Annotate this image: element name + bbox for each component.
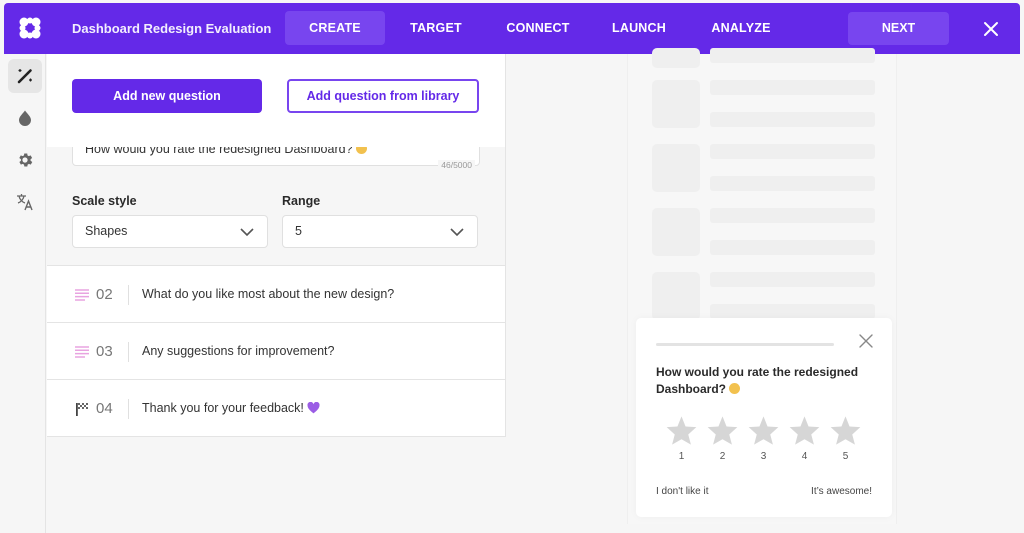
rail-item-theme[interactable] [8,101,42,135]
question-row[interactable]: 03 Any suggestions for improvement? [47,323,505,380]
survey-title: Dashboard Redesign Evaluation [72,21,272,36]
nav-tab-create[interactable]: CREATE [285,11,385,45]
translate-icon [17,194,33,211]
brand-logo-icon[interactable] [18,16,42,40]
survey-widget-preview: How would you rate the redesigned Dashbo… [636,318,892,517]
star-icon [789,416,820,445]
range-value: 5 [295,224,302,238]
rating-label: 3 [760,451,767,462]
text-lines-icon [75,289,89,301]
question-text: Any suggestions for improvement? [142,344,335,358]
checkered-flag-icon [76,403,88,416]
thinking-emoji-icon [729,383,741,394]
widget-question: How would you rate the redesigned Dashbo… [656,364,876,398]
question-number: 03 [96,342,113,360]
skeleton-line [710,112,875,127]
chevron-down-icon [450,228,464,237]
question-row[interactable]: 04 Thank you for your feedback! [47,380,505,437]
question-list: 02 What do you like most about the new d… [47,265,506,437]
skeleton-block [652,48,700,68]
question-text-content: Thank you for your feedback! [142,401,304,415]
rating-label: 1 [678,451,685,462]
rail-item-editor[interactable] [8,59,42,93]
nav-tab-target[interactable]: TARGET [396,11,476,45]
rating-option[interactable]: 4 [787,415,822,462]
star-icon [748,416,779,445]
divider [128,399,129,419]
skeleton-line [710,144,875,159]
add-question-actions: Add new question Add question from libra… [47,54,506,147]
purple-heart-icon [307,402,320,414]
char-count: 46/5000 [438,160,475,170]
skeleton-line [710,240,875,255]
nav-tab-connect[interactable]: CONNECT [494,11,582,45]
text-lines-icon [75,346,89,358]
skeleton-line [710,176,875,191]
widget-question-text: How would you rate the redesigned Dashbo… [656,365,859,396]
next-button[interactable]: NEXT [848,12,949,45]
close-icon[interactable] [859,334,873,348]
skeleton-line [710,208,875,223]
rating-label: 2 [719,451,726,462]
skeleton-line [710,80,875,95]
range-label: Range [282,194,321,208]
add-from-library-button[interactable]: Add question from library [287,79,479,113]
scale-style-select[interactable]: Shapes [72,215,268,248]
question-text: Thank you for your feedback! [142,401,320,415]
rating-option[interactable]: 1 [664,415,699,462]
rating-option[interactable]: 2 [705,415,740,462]
star-icon [707,416,738,445]
close-icon[interactable] [980,18,1002,40]
question-row[interactable]: 02 What do you like most about the new d… [47,266,505,323]
nav-tab-launch[interactable]: LAUNCH [602,11,676,45]
question-editor: EDIT LOGIC SETTINGS ••• 01 Question Add … [47,54,506,527]
star-icon [830,416,861,445]
progress-bar [656,343,834,346]
star-rating: 1 2 3 4 5 [664,415,863,462]
rating-label: 4 [801,451,808,462]
divider [128,342,129,362]
question-text: What do you like most about the new desi… [142,287,395,301]
scale-style-value: Shapes [85,224,128,238]
nav-tab-analyze[interactable]: ANALYZE [696,11,786,45]
magic-wand-icon [17,69,32,84]
divider [128,285,129,305]
chevron-down-icon [240,228,254,237]
rating-label: 5 [842,451,849,462]
skeleton-line [710,304,875,319]
skeleton-block [652,272,700,320]
skeleton-block [652,208,700,256]
top-bar: Dashboard Redesign Evaluation CREATE TAR… [4,3,1020,54]
drop-icon [19,110,31,126]
rating-option[interactable]: 3 [746,415,781,462]
rating-option[interactable]: 5 [828,415,863,462]
skeleton-block [652,144,700,192]
left-rail [0,54,46,533]
app-root: Dashboard Redesign Evaluation CREATE TAR… [0,0,1024,533]
rail-item-translate[interactable] [8,185,42,219]
gear-icon [19,153,33,167]
skeleton-line [710,272,875,287]
star-icon [666,416,697,445]
question-number: 02 [96,285,113,303]
scale-low-label: I don't like it [656,486,709,497]
add-new-question-button[interactable]: Add new question [72,79,262,113]
scale-high-label: It’s awesome! [811,486,872,497]
skeleton-block [652,80,700,128]
skeleton-line [710,48,875,63]
question-number: 04 [96,399,113,417]
range-select[interactable]: 5 [282,215,478,248]
rail-item-settings[interactable] [8,143,42,177]
scale-style-label: Scale style [72,194,137,208]
